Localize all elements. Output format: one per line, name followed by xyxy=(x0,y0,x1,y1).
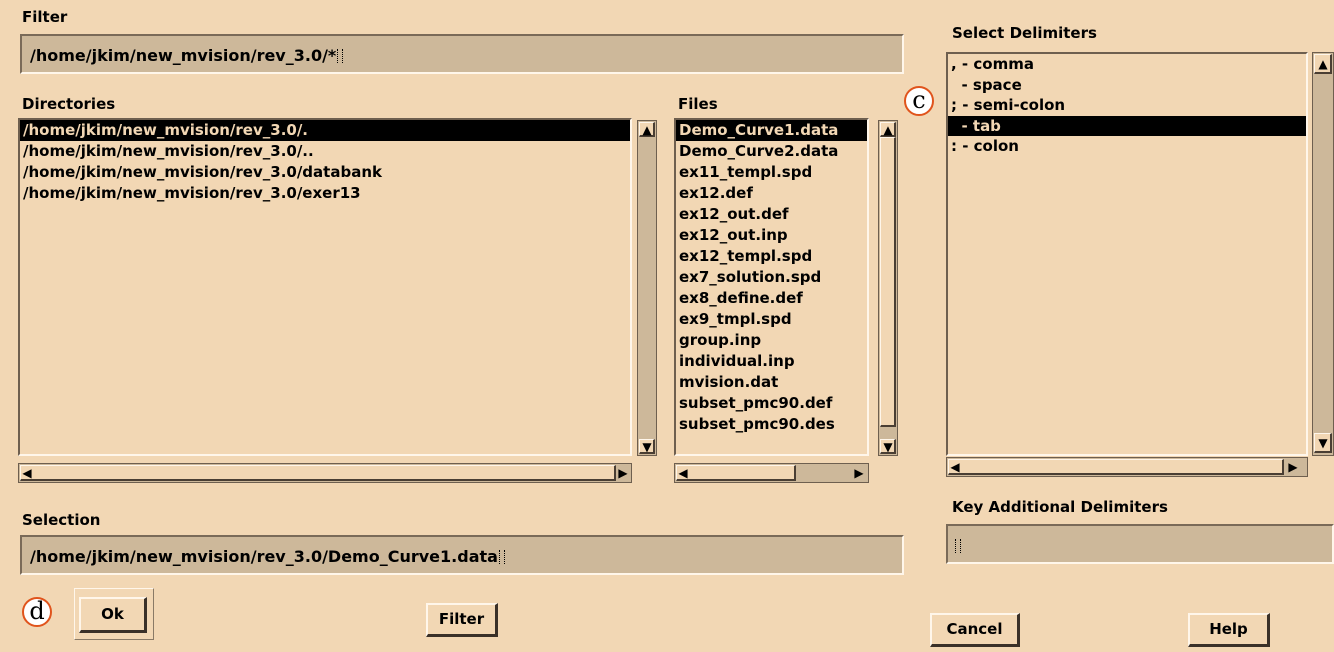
delimiters-vscroll[interactable]: ▲ ▼ xyxy=(1312,52,1334,456)
filter-value: /home/jkim/new_mvision/rev_3.0/* xyxy=(30,46,337,65)
arrow-down-icon[interactable]: ▼ xyxy=(639,439,655,454)
directory-item[interactable]: /home/jkim/new_mvision/rev_3.0/exer13 xyxy=(20,183,630,204)
help-button[interactable]: Help xyxy=(1188,613,1270,647)
file-item[interactable]: subset_pmc90.def xyxy=(676,393,867,414)
file-item[interactable]: ex12_out.inp xyxy=(676,225,867,246)
arrow-right-icon[interactable]: ▶ xyxy=(853,467,865,479)
file-item[interactable]: Demo_Curve1.data xyxy=(676,120,867,141)
file-item[interactable]: ex12.def xyxy=(676,183,867,204)
arrow-right-icon[interactable]: ▶ xyxy=(617,467,629,479)
file-item[interactable]: subset_pmc90.des xyxy=(676,414,867,435)
vscroll-thumb[interactable] xyxy=(880,137,896,427)
arrow-down-icon[interactable]: ▼ xyxy=(880,439,896,454)
directories-hscroll[interactable]: ◀ ▶ xyxy=(18,463,632,483)
directories-list[interactable]: /home/jkim/new_mvision/rev_3.0/./home/jk… xyxy=(18,118,632,456)
delimiters-label: Select Delimiters xyxy=(952,24,1097,42)
text-cursor xyxy=(498,550,505,564)
files-list[interactable]: Demo_Curve1.data Demo_Curve2.data ex11_tem… xyxy=(674,118,869,456)
files-label: Files xyxy=(678,95,718,113)
arrow-up-icon[interactable]: ▲ xyxy=(1314,54,1332,74)
file-item[interactable]: individual.inp xyxy=(676,351,867,372)
ok-button[interactable]: Ok xyxy=(79,597,147,633)
file-item[interactable]: group.inp xyxy=(676,330,867,351)
file-item[interactable]: Demo_Curve2.data xyxy=(676,141,867,162)
cancel-button[interactable]: Cancel xyxy=(930,613,1020,647)
delimiter-item[interactable]: ; - semi-colon xyxy=(948,95,1306,116)
text-cursor xyxy=(337,49,344,63)
filter-label: Filter xyxy=(22,8,68,26)
arrow-up-icon[interactable]: ▲ xyxy=(639,122,655,137)
text-cursor xyxy=(955,539,961,553)
arrow-left-icon[interactable]: ◀ xyxy=(677,467,689,479)
file-item[interactable]: ex12_templ.spd xyxy=(676,246,867,267)
files-vscroll[interactable]: ▲ ▼ xyxy=(878,120,898,456)
selection-label: Selection xyxy=(22,511,101,529)
directory-item[interactable]: /home/jkim/new_mvision/rev_3.0/. xyxy=(20,120,630,141)
additional-delimiters-input[interactable] xyxy=(946,524,1334,564)
file-item[interactable]: ex11_templ.spd xyxy=(676,162,867,183)
arrow-right-icon[interactable]: ▶ xyxy=(1287,461,1299,473)
delimiter-item[interactable]: - tab xyxy=(948,115,1306,136)
arrow-left-icon[interactable]: ◀ xyxy=(949,461,961,473)
delimiter-item[interactable]: - space xyxy=(948,75,1306,96)
file-item[interactable]: ex7_solution.spd xyxy=(676,267,867,288)
filter-button[interactable]: Filter xyxy=(426,603,498,637)
arrow-up-icon[interactable]: ▲ xyxy=(880,122,896,137)
filter-input[interactable]: /home/jkim/new_mvision/rev_3.0/* xyxy=(20,34,904,74)
arrow-left-icon[interactable]: ◀ xyxy=(21,467,33,479)
file-item[interactable]: ex12_out.def xyxy=(676,204,867,225)
selection-input[interactable]: /home/jkim/new_mvision/rev_3.0/Demo_Curv… xyxy=(20,535,904,575)
callout-d: d xyxy=(22,597,52,627)
additional-delimiters-label: Key Additional Delimiters xyxy=(952,498,1168,516)
hscroll-thumb[interactable] xyxy=(948,459,1284,475)
delimiter-item[interactable]: : - colon xyxy=(948,136,1306,157)
file-item[interactable]: mvision.dat xyxy=(676,372,867,393)
arrow-down-icon[interactable]: ▼ xyxy=(1314,433,1332,453)
file-item[interactable]: ex8_define.def xyxy=(676,288,867,309)
directory-item[interactable]: /home/jkim/new_mvision/rev_3.0/databank xyxy=(20,162,630,183)
directory-item[interactable]: /home/jkim/new_mvision/rev_3.0/.. xyxy=(20,141,630,162)
delimiters-hscroll[interactable]: ◀ ▶ xyxy=(946,457,1308,477)
directories-vscroll[interactable]: ▲ ▼ xyxy=(637,120,657,456)
directories-label: Directories xyxy=(22,95,116,113)
delimiters-list[interactable]: , - comma - space; - semi-colon - tab: -… xyxy=(946,52,1308,456)
delimiter-item[interactable]: , - comma xyxy=(948,54,1306,75)
hscroll-thumb[interactable] xyxy=(676,465,796,481)
files-hscroll[interactable]: ◀ ▶ xyxy=(674,463,869,483)
file-item[interactable]: ex9_tmpl.spd xyxy=(676,309,867,330)
selection-value: /home/jkim/new_mvision/rev_3.0/Demo_Curv… xyxy=(30,547,498,566)
hscroll-thumb[interactable] xyxy=(20,465,616,481)
callout-c: c xyxy=(904,86,934,116)
